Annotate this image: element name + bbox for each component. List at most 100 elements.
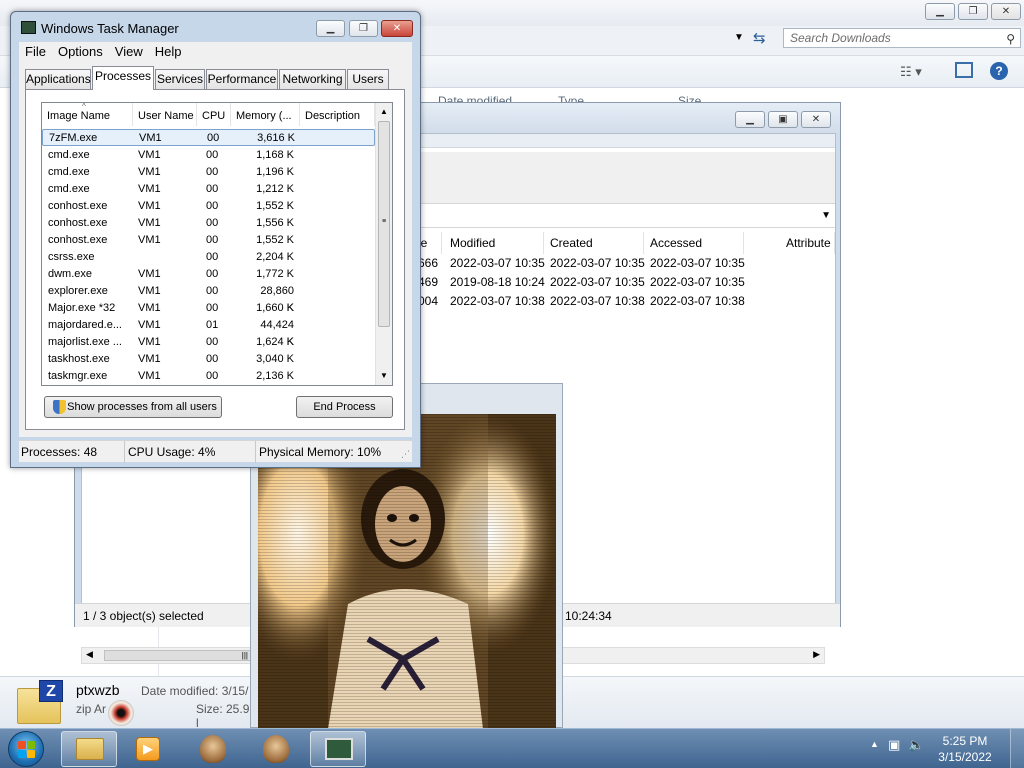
preview-pane-icon[interactable] xyxy=(955,62,973,78)
proc-mem: 3,040 K xyxy=(256,353,294,365)
tab-users[interactable]: Users xyxy=(347,69,389,89)
col-memory[interactable]: Memory (... xyxy=(231,103,300,126)
tab-processes[interactable]: Processes xyxy=(92,66,154,90)
col-user-name[interactable]: User Name xyxy=(133,103,197,126)
table-row[interactable]: conhost.exe VM1 00 1,552 K xyxy=(42,232,375,249)
proc-name: cmd.exe xyxy=(48,183,90,195)
show-all-processes-button[interactable]: Show processes from all users xyxy=(44,396,222,418)
view-options-icon[interactable]: ☷ ▾ xyxy=(900,64,922,80)
scroll-up-icon[interactable]: ▲ xyxy=(380,107,388,116)
volume-icon[interactable]: 🔈 xyxy=(908,737,924,753)
address-dropdown-icon[interactable]: ▼ xyxy=(734,32,744,43)
show-desktop-button[interactable] xyxy=(1010,729,1024,768)
tab-applications[interactable]: Applications xyxy=(25,69,91,89)
taskbar: ▶ ▲ ▣ 🔈 5:25 PM 3/15/2022 xyxy=(0,728,1024,768)
scroll-down-icon[interactable]: ▼ xyxy=(380,371,388,380)
col-accessed[interactable]: Accessed xyxy=(644,232,744,254)
tab-services[interactable]: Services xyxy=(155,69,205,89)
tm-maximize-button[interactable]: ❐ xyxy=(349,20,378,37)
table-row[interactable]: explorer.exe VM1 00 28,860 K xyxy=(42,283,375,314)
table-row[interactable]: conhost.exe VM1 00 1,556 K xyxy=(42,215,375,232)
start-button[interactable] xyxy=(8,731,44,767)
table-row[interactable]: conhost.exe VM1 00 1,552 K xyxy=(42,198,375,215)
proc-mem: 3,616 K xyxy=(257,132,295,144)
path-dropdown-icon[interactable]: ▼ xyxy=(821,210,831,221)
taskbar-skull-app-button[interactable] xyxy=(184,731,240,767)
scroll-left-icon[interactable]: ◀ xyxy=(86,649,93,660)
table-row[interactable]: cmd.exe VM1 00 1,168 K xyxy=(42,147,375,164)
process-list-vscrollbar[interactable]: ▲ ≡ ▼ xyxy=(375,103,392,385)
scroll-thumb[interactable]: ||| xyxy=(104,650,252,661)
proc-cpu: 00 xyxy=(206,251,219,263)
network-icon[interactable]: ▣ xyxy=(888,737,900,753)
table-row[interactable]: taskmgr.exe VM1 00 2,136 K xyxy=(42,368,375,385)
proc-user: VM1 xyxy=(138,217,161,229)
menu-file[interactable]: File xyxy=(19,42,52,61)
table-row[interactable]: majordared.e... VM1 01 44,424 K xyxy=(42,317,375,348)
taskbar-media-player-button[interactable]: ▶ xyxy=(120,731,176,767)
archive-maximize-button[interactable]: ▣ xyxy=(768,111,798,128)
proc-user: VM1 xyxy=(138,353,161,365)
proc-cpu: 00 xyxy=(206,166,219,178)
resize-grip-icon[interactable]: ⋰ xyxy=(401,449,410,460)
proc-name: explorer.exe xyxy=(48,285,108,297)
clock-date: 3/15/2022 xyxy=(938,750,992,764)
proc-cpu: 00 xyxy=(206,217,219,229)
show-hidden-icons[interactable]: ▲ xyxy=(870,739,879,749)
process-list[interactable]: Image Name ^ User Name CPU Memory (... De… xyxy=(41,102,393,386)
status-processes: Processes: 48 xyxy=(19,441,125,463)
table-row[interactable]: taskhost.exe VM1 00 3,040 K xyxy=(42,351,375,368)
table-row[interactable]: Major.exe *32 VM1 00 1,660 K xyxy=(42,300,375,317)
clock-time: 5:25 PM xyxy=(942,734,988,748)
shield-icon xyxy=(53,400,66,414)
eyeball-cursor-icon xyxy=(108,700,134,726)
scroll-right-icon[interactable]: ▶ xyxy=(813,649,820,660)
task-manager-titlebar[interactable]: Windows Task Manager ▁ ❐ ✕ xyxy=(11,12,420,42)
archive-minimize-button[interactable]: ▁ xyxy=(735,111,765,128)
explorer-maximize-button[interactable]: ❐ xyxy=(958,3,988,20)
col-image-name[interactable]: Image Name ^ xyxy=(42,103,133,126)
col-created[interactable]: Created xyxy=(544,232,644,254)
proc-name: csrss.exe xyxy=(48,251,95,263)
proc-cpu: 00 xyxy=(206,234,219,246)
end-process-button[interactable]: End Process xyxy=(296,396,393,418)
help-icon[interactable]: ? xyxy=(990,62,1008,80)
col-modified[interactable]: Modified xyxy=(444,232,544,254)
table-row[interactable]: majorlist.exe ... VM1 00 1,624 K xyxy=(42,334,375,351)
task-manager-icon xyxy=(21,21,36,34)
menu-options[interactable]: Options xyxy=(52,42,109,61)
col-description[interactable]: Description xyxy=(300,103,375,126)
col-attribute[interactable]: Attribute xyxy=(782,232,835,254)
proc-mem: 2,204 K xyxy=(256,251,294,263)
explorer-minimize-button[interactable]: ▁ xyxy=(925,3,955,20)
task-manager-window: Windows Task Manager ▁ ❐ ✕ File Options Vi… xyxy=(10,11,421,468)
explorer-close-button[interactable]: ✕ xyxy=(991,3,1021,20)
search-icon[interactable]: ⚲ xyxy=(1006,30,1015,48)
archive-close-button[interactable]: ✕ xyxy=(801,111,831,128)
proc-mem: 1,552 K xyxy=(256,234,294,246)
menu-help[interactable]: Help xyxy=(149,42,188,61)
col-cpu[interactable]: CPU xyxy=(197,103,231,126)
proc-cpu: 00 xyxy=(206,183,219,195)
tab-performance[interactable]: Performance xyxy=(206,69,278,89)
taskbar-explorer-button[interactable] xyxy=(61,731,117,767)
table-row[interactable]: csrss.exe 00 2,204 K xyxy=(42,249,375,266)
tab-networking[interactable]: Networking xyxy=(279,69,346,89)
folder-icon xyxy=(76,738,104,760)
tm-close-button[interactable]: ✕ xyxy=(381,20,413,37)
taskbar-clock[interactable]: 5:25 PM 3/15/2022 xyxy=(930,733,1000,765)
proc-name: conhost.exe xyxy=(48,200,108,212)
table-row[interactable]: dwm.exe VM1 00 1,772 K xyxy=(42,266,375,283)
scroll-thumb[interactable]: ≡ xyxy=(378,121,390,327)
search-input[interactable]: Search Downloads ⚲ xyxy=(783,28,1021,48)
menu-view[interactable]: View xyxy=(109,42,149,61)
table-row[interactable]: 7zFM.exe VM1 00 3,616 K xyxy=(42,129,375,146)
table-row[interactable]: cmd.exe VM1 00 1,212 K xyxy=(42,181,375,198)
refresh-icon[interactable]: ⇆ xyxy=(753,29,766,47)
cell-modified: 2022-03-07 10:38 xyxy=(450,294,545,308)
tm-minimize-button[interactable]: ▁ xyxy=(316,20,345,37)
taskbar-skull-app-button-2[interactable] xyxy=(247,731,303,767)
sort-arrow-icon: ^ xyxy=(82,102,86,111)
table-row[interactable]: cmd.exe VM1 00 1,196 K xyxy=(42,164,375,181)
taskbar-task-manager-button[interactable] xyxy=(310,731,366,767)
